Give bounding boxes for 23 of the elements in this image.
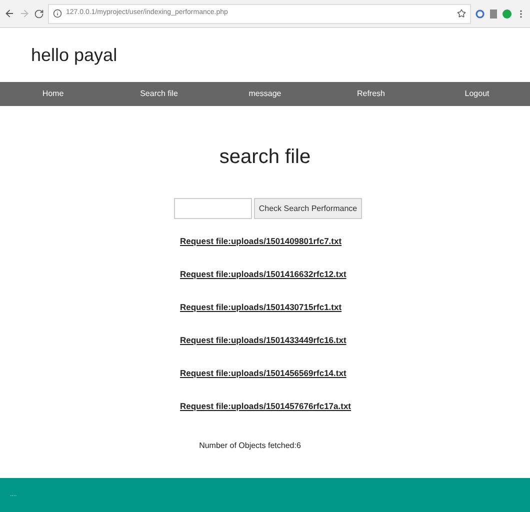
sync-icon[interactable] — [475, 8, 485, 18]
info-icon — [53, 9, 62, 18]
file-link[interactable]: Request file:uploads/1501416632rfc12.txt — [180, 266, 352, 282]
nav-link[interactable]: message — [212, 88, 318, 100]
check-search-performance-button[interactable]: Check Search Performance — [254, 198, 362, 219]
page-heading: search file — [219, 145, 311, 170]
greeting-text: hello payal — [31, 44, 118, 67]
nav-link[interactable]: Search file — [106, 88, 212, 100]
file-link[interactable]: Request file:uploads/1501457676rfc17a.txt — [180, 398, 352, 414]
reload-icon[interactable] — [34, 8, 44, 18]
nav-link[interactable]: Refresh — [318, 88, 424, 100]
file-link[interactable]: Request file:uploads/1501430715rfc1.txt — [180, 299, 352, 315]
back-icon[interactable] — [4, 8, 15, 19]
file-link[interactable]: Request file:uploads/1501409801rfc7.txt — [180, 233, 352, 249]
star-icon[interactable] — [457, 9, 466, 18]
objects-count-text: Number of Objects fetched:6 — [199, 440, 301, 452]
nav-link[interactable]: Logout — [424, 88, 530, 100]
nav-link[interactable]: Home — [0, 88, 106, 100]
file-link[interactable]: Request file:uploads/1501456569rfc14.txt — [180, 365, 352, 381]
search-field[interactable] — [174, 198, 252, 219]
extension-icon[interactable] — [502, 8, 512, 18]
document-icon[interactable] — [489, 8, 498, 18]
file-link[interactable]: Request file:uploads/1501433449rfc16.txt — [180, 332, 352, 348]
